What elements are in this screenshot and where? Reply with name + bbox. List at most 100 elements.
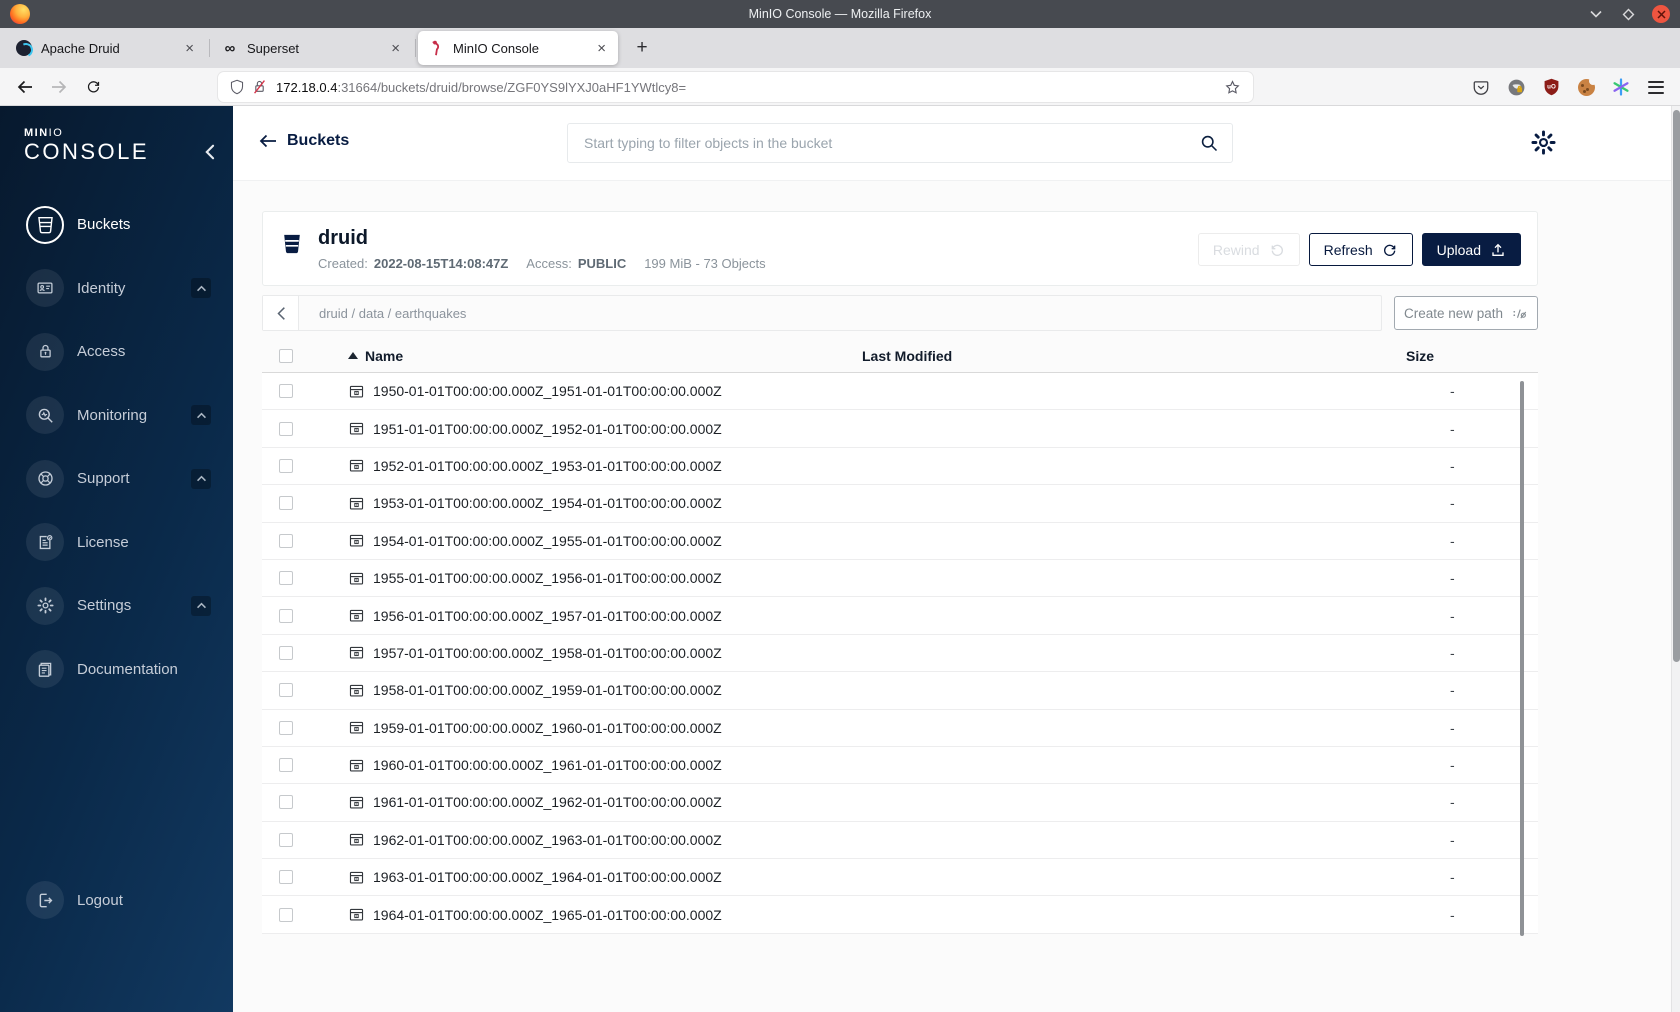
chevron-up-icon[interactable]	[191, 278, 211, 299]
row-checkbox[interactable]	[279, 870, 293, 885]
table-scrollbar[interactable]	[1520, 381, 1524, 936]
table-row[interactable]: 1964-01-01T00:00:00.000Z_1965-01-01T00:0…	[262, 896, 1538, 934]
object-name[interactable]: 1950-01-01T00:00:00.000Z_1951-01-01T00:0…	[373, 383, 722, 399]
table-row[interactable]: 1958-01-01T00:00:00.000Z_1959-01-01T00:0…	[262, 672, 1538, 710]
table-row[interactable]: 1962-01-01T00:00:00.000Z_1963-01-01T00:0…	[262, 821, 1538, 860]
tab-close-icon[interactable]: ×	[593, 41, 610, 56]
extension-asterisk-icon[interactable]	[1611, 77, 1631, 97]
lock-insecure-icon[interactable]	[248, 79, 270, 95]
row-checkbox[interactable]	[279, 795, 293, 810]
window-close-icon[interactable]	[1652, 5, 1670, 23]
row-checkbox[interactable]	[279, 645, 293, 660]
cookie-icon[interactable]	[1576, 76, 1597, 97]
column-header-name[interactable]: Name	[365, 348, 403, 364]
chevron-up-icon[interactable]	[191, 595, 211, 616]
object-name[interactable]: 1962-01-01T00:00:00.000Z_1963-01-01T00:0…	[373, 832, 722, 848]
row-checkbox[interactable]	[279, 832, 293, 847]
object-name[interactable]: 1959-01-01T00:00:00.000Z_1960-01-01T00:0…	[373, 720, 722, 736]
reload-icon[interactable]	[78, 73, 108, 101]
table-row[interactable]: 1952-01-01T00:00:00.000Z_1953-01-01T00:0…	[262, 447, 1538, 486]
pocket-icon[interactable]	[1471, 77, 1491, 97]
filter-objects-input[interactable]	[567, 123, 1233, 163]
row-checkbox[interactable]	[279, 758, 293, 773]
tab-apache-druid[interactable]: Apache Druid ×	[6, 31, 210, 65]
create-new-path-button[interactable]: Create new path	[1394, 296, 1538, 330]
table-row[interactable]: 1956-01-01T00:00:00.000Z_1957-01-01T00:0…	[262, 597, 1538, 635]
window-maximize-icon[interactable]	[1620, 6, 1636, 22]
row-checkbox[interactable]	[279, 907, 293, 922]
object-name[interactable]: 1961-01-01T00:00:00.000Z_1962-01-01T00:0…	[373, 794, 722, 810]
sidebar-item-buckets[interactable]: Buckets	[0, 193, 233, 257]
object-name[interactable]: 1956-01-01T00:00:00.000Z_1957-01-01T00:0…	[373, 608, 722, 624]
window-minimize-icon[interactable]	[1588, 6, 1604, 22]
object-prefix-icon	[348, 906, 365, 923]
chevron-up-icon[interactable]	[191, 405, 211, 426]
sidebar-item-identity[interactable]: Identity	[0, 257, 233, 321]
sidebar-item-access[interactable]: Access	[0, 320, 233, 384]
settings-gear-icon[interactable]	[1530, 129, 1557, 156]
table-row[interactable]: 1959-01-01T00:00:00.000Z_1960-01-01T00:0…	[262, 709, 1538, 747]
object-name[interactable]: 1960-01-01T00:00:00.000Z_1961-01-01T00:0…	[373, 757, 722, 773]
select-all-checkbox[interactable]	[279, 348, 293, 363]
object-name[interactable]: 1954-01-01T00:00:00.000Z_1955-01-01T00:0…	[373, 533, 722, 549]
chevron-up-icon[interactable]	[191, 468, 211, 489]
sidebar-item-support[interactable]: Support	[0, 447, 233, 511]
table-row[interactable]: 1957-01-01T00:00:00.000Z_1958-01-01T00:0…	[262, 634, 1538, 673]
table-row[interactable]: 1951-01-01T00:00:00.000Z_1952-01-01T00:0…	[262, 410, 1538, 448]
sidebar-item-monitoring[interactable]: Monitoring	[0, 384, 233, 448]
profile-mask-icon[interactable]	[1506, 77, 1526, 97]
new-tab-button[interactable]: +	[628, 34, 656, 62]
breadcrumb[interactable]: druid / data / earthquakes	[319, 306, 466, 321]
row-checkbox[interactable]	[279, 608, 293, 623]
object-name[interactable]: 1957-01-01T00:00:00.000Z_1958-01-01T00:0…	[373, 645, 722, 661]
tab-superset[interactable]: ∞ Superset ×	[212, 31, 416, 65]
table-row[interactable]: 1961-01-01T00:00:00.000Z_1962-01-01T00:0…	[262, 784, 1538, 822]
tab-close-icon[interactable]: ×	[387, 41, 404, 56]
shield-icon[interactable]	[226, 79, 248, 95]
ublock-icon[interactable]: uO	[1541, 77, 1561, 97]
object-name[interactable]: 1964-01-01T00:00:00.000Z_1965-01-01T00:0…	[373, 907, 722, 923]
row-checkbox[interactable]	[279, 720, 293, 735]
rewind-button[interactable]: Rewind	[1197, 233, 1300, 266]
column-header-last-modified[interactable]: Last Modified	[862, 348, 1406, 364]
back-to-buckets-link[interactable]: Buckets	[259, 132, 349, 150]
table-row[interactable]: 1950-01-01T00:00:00.000Z_1951-01-01T00:0…	[262, 373, 1538, 411]
refresh-button[interactable]: Refresh	[1308, 233, 1413, 266]
bookmark-star-icon[interactable]	[1219, 79, 1245, 96]
object-name[interactable]: 1951-01-01T00:00:00.000Z_1952-01-01T00:0…	[373, 421, 722, 437]
row-checkbox[interactable]	[279, 458, 293, 473]
row-checkbox[interactable]	[279, 683, 293, 698]
upload-button[interactable]: Upload	[1421, 233, 1521, 266]
row-checkbox[interactable]	[279, 384, 293, 399]
table-row[interactable]: 1955-01-01T00:00:00.000Z_1956-01-01T00:0…	[262, 559, 1538, 598]
object-name[interactable]: 1958-01-01T00:00:00.000Z_1959-01-01T00:0…	[373, 682, 722, 698]
path-back-icon[interactable]	[263, 296, 299, 330]
sidebar-collapse-icon[interactable]	[204, 144, 215, 160]
sidebar-item-license[interactable]: License	[0, 511, 233, 575]
column-header-size[interactable]: Size	[1406, 348, 1538, 364]
object-name[interactable]: 1963-01-01T00:00:00.000Z_1964-01-01T00:0…	[373, 869, 722, 885]
row-checkbox[interactable]	[279, 533, 293, 548]
object-name[interactable]: 1952-01-01T00:00:00.000Z_1953-01-01T00:0…	[373, 458, 722, 474]
object-name[interactable]: 1953-01-01T00:00:00.000Z_1954-01-01T00:0…	[373, 495, 722, 511]
page-scrollbar[interactable]	[1671, 106, 1680, 1012]
menu-hamburger-icon[interactable]	[1646, 77, 1666, 97]
row-checkbox[interactable]	[279, 421, 293, 436]
back-icon[interactable]	[10, 73, 40, 101]
sidebar-item-documentation[interactable]: Documentation	[0, 638, 233, 702]
tab-minio-console[interactable]: MinIO Console ×	[418, 31, 618, 65]
table-row[interactable]: 1953-01-01T00:00:00.000Z_1954-01-01T00:0…	[262, 485, 1538, 523]
table-row[interactable]: 1963-01-01T00:00:00.000Z_1964-01-01T00:0…	[262, 859, 1538, 897]
object-name[interactable]: 1955-01-01T00:00:00.000Z_1956-01-01T00:0…	[373, 570, 722, 586]
sidebar-item-settings[interactable]: Settings	[0, 574, 233, 638]
tab-close-icon[interactable]: ×	[181, 41, 198, 56]
table-row[interactable]: 1954-01-01T00:00:00.000Z_1955-01-01T00:0…	[262, 522, 1538, 560]
url-bar[interactable]: 172.18.0.4:31664/buckets/druid/browse/ZG…	[218, 72, 1253, 102]
table-row[interactable]: 1960-01-01T00:00:00.000Z_1961-01-01T00:0…	[262, 746, 1538, 785]
sidebar-item-logout[interactable]: Logout	[0, 876, 233, 924]
row-checkbox[interactable]	[279, 496, 293, 511]
page-scrollbar-thumb[interactable]	[1673, 110, 1680, 662]
row-checkbox[interactable]	[279, 571, 293, 586]
sort-ascending-icon[interactable]	[348, 352, 358, 359]
forward-icon[interactable]	[44, 73, 74, 101]
